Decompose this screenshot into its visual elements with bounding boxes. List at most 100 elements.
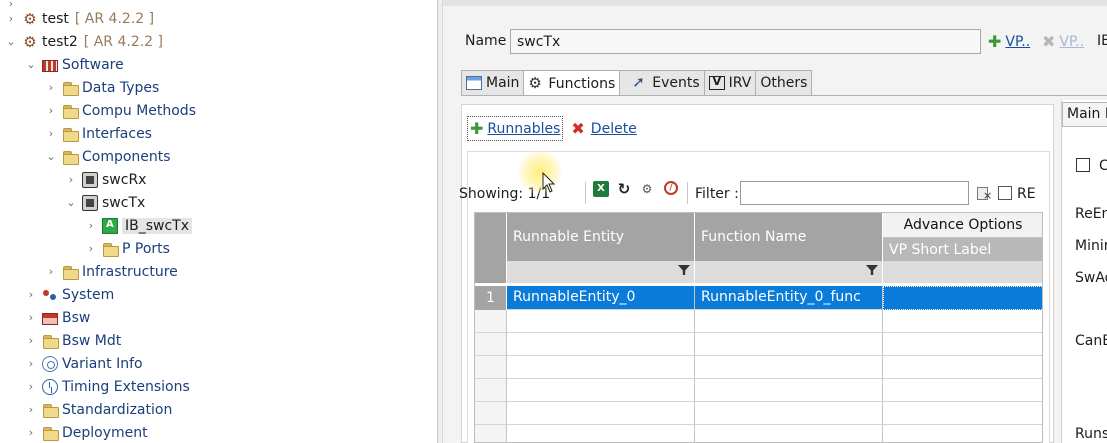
vp-add-button[interactable]: ✚ VP.. [988, 32, 1030, 51]
export-excel-icon[interactable]: X [593, 181, 609, 197]
empty-table-cell[interactable] [695, 402, 883, 425]
empty-table-cell[interactable] [475, 425, 507, 442]
property-checkbox[interactable] [1076, 158, 1090, 172]
tree-item[interactable]: ⌄ swcTx [64, 191, 145, 214]
chevron-right-icon[interactable]: › [24, 426, 38, 440]
chevron-right-icon[interactable]: › [24, 311, 38, 325]
column-header-function-name[interactable]: Function Name [695, 213, 883, 261]
delete-button[interactable]: ✖ Delete [563, 119, 636, 138]
chevron-right-icon[interactable]: › [24, 403, 38, 417]
chevron-right-icon[interactable]: › [84, 242, 98, 256]
tab-others[interactable]: Others [755, 70, 813, 95]
empty-table-cell[interactable] [883, 425, 1042, 442]
chevron-right-icon[interactable]: › [4, 12, 18, 26]
tab-irv-label: IRV [728, 75, 752, 91]
funnel-icon[interactable] [678, 265, 690, 275]
tab-main-properties[interactable]: Main P [1062, 102, 1107, 127]
empty-table-cell[interactable] [883, 379, 1042, 402]
chevron-right-icon[interactable]: › [24, 334, 38, 348]
chevron-right-icon[interactable]: › [64, 173, 78, 187]
chevron-right-icon[interactable]: › [44, 127, 58, 141]
empty-table-cell[interactable] [507, 333, 695, 356]
tree-item[interactable]: › Infrastructure [44, 260, 178, 283]
chevron-right-icon[interactable]: › [44, 81, 58, 95]
tab-main[interactable]: Main [461, 70, 525, 95]
column-header-runnable-entity[interactable]: Runnable Entity [507, 213, 695, 261]
chevron-right-icon[interactable]: › [44, 104, 58, 118]
tree-item[interactable]: › Compu Methods [44, 99, 196, 122]
empty-table-cell[interactable] [695, 333, 883, 356]
chevron-down-icon[interactable]: ⌄ [64, 196, 78, 210]
tree-item[interactable]: › Bsw [24, 306, 91, 329]
refresh-icon[interactable]: ↻ [616, 181, 632, 197]
tree-item[interactable]: › swcRx [64, 168, 146, 191]
empty-table-cell[interactable] [695, 356, 883, 379]
tree-item[interactable]: › P Ports [84, 237, 170, 260]
funnel-icon[interactable] [866, 265, 878, 275]
tree-item-label: Compu Methods [82, 102, 196, 119]
chevron-right-icon[interactable]: › [24, 357, 38, 371]
chevron-right-icon[interactable]: › [44, 265, 58, 279]
tree-item[interactable]: › Variant Info [24, 352, 143, 375]
filter-cell-runnable-entity[interactable] [507, 261, 695, 283]
tree-item[interactable]: › Data Types [44, 76, 159, 99]
chevron-right-icon[interactable]: › [84, 219, 98, 233]
chevron-down-icon[interactable]: ⌄ [24, 58, 38, 72]
clear-text-icon[interactable] [976, 186, 992, 202]
empty-table-cell[interactable] [507, 379, 695, 402]
empty-table-cell[interactable] [695, 310, 883, 333]
empty-table-cell[interactable] [883, 402, 1042, 425]
chevron-right-icon[interactable]: › [24, 380, 38, 394]
add-runnables-button[interactable]: ✚ Runnables [467, 116, 564, 141]
empty-table-cell[interactable] [695, 425, 883, 442]
empty-table-cell[interactable] [507, 425, 695, 442]
empty-table-cell[interactable] [507, 356, 695, 379]
tree-item[interactable]: › Timing Extensions [24, 375, 190, 398]
delete-label: Delete [590, 120, 637, 137]
filter-settings-icon[interactable]: ⚙ [639, 181, 655, 197]
re-checkbox[interactable] [998, 186, 1012, 200]
tree-item[interactable]: ⌄ Components [44, 145, 171, 168]
tree-item[interactable]: › Deployment [24, 421, 148, 443]
tree-item[interactable]: ⌄ ⚙ test2 [ AR 4.2.2 ] [4, 30, 163, 53]
empty-table-cell[interactable] [695, 379, 883, 402]
tree-item[interactable]: › IB_swcTx [84, 214, 193, 237]
cell-value: RunnableEntity_0 [513, 289, 636, 305]
empty-table-cell[interactable] [475, 356, 507, 379]
empty-table-cell[interactable] [475, 310, 507, 333]
filter-cell-function-name[interactable] [695, 261, 883, 283]
tree-item[interactable]: › Interfaces [44, 122, 152, 145]
empty-table-cell[interactable] [507, 402, 695, 425]
tab-irv[interactable]: IRV [703, 70, 757, 95]
tree-item[interactable]: › System [24, 283, 114, 306]
name-input[interactable] [510, 29, 981, 54]
tree-item[interactable]: › Bsw Mdt [24, 329, 121, 352]
tree-item[interactable]: ⌄ Software [24, 53, 123, 76]
runnables-label: Runnables [487, 120, 561, 137]
cell-function-name[interactable]: RunnableEntity_0_func [695, 286, 883, 310]
component-icon [82, 194, 98, 211]
cell-runnable-entity[interactable]: RunnableEntity_0 [507, 286, 695, 310]
tab-functions[interactable]: Functions [523, 70, 621, 96]
editor-top-border [443, 0, 1107, 6]
tree-item[interactable]: › ⚙ test [ AR 4.2.2 ] [4, 7, 154, 30]
empty-table-cell[interactable] [475, 402, 507, 425]
empty-table-cell[interactable] [883, 310, 1042, 333]
cell-vp-short-label[interactable] [883, 286, 1042, 310]
clear-filter-icon[interactable]: / [664, 181, 678, 195]
chevron-down-icon[interactable]: ⌄ [44, 150, 58, 164]
tab-events[interactable]: Events [619, 70, 705, 95]
empty-table-cell[interactable] [883, 356, 1042, 379]
column-header-vp-short-label[interactable]: VP Short Label [883, 238, 1042, 261]
chevron-right-icon[interactable]: › [24, 288, 38, 302]
empty-table-cell[interactable] [475, 333, 507, 356]
vp-remove-button[interactable]: ✖ VP.. [1042, 32, 1084, 51]
filter-input[interactable] [740, 181, 969, 205]
filter-cell-vp-short-label[interactable] [883, 261, 1042, 283]
vp-remove-label: VP.. [1059, 33, 1085, 50]
empty-table-cell[interactable] [475, 379, 507, 402]
tree-item[interactable]: › Standardization [24, 398, 172, 421]
empty-table-cell[interactable] [507, 310, 695, 333]
chevron-down-icon[interactable]: ⌄ [4, 35, 18, 49]
empty-table-cell[interactable] [883, 333, 1042, 356]
